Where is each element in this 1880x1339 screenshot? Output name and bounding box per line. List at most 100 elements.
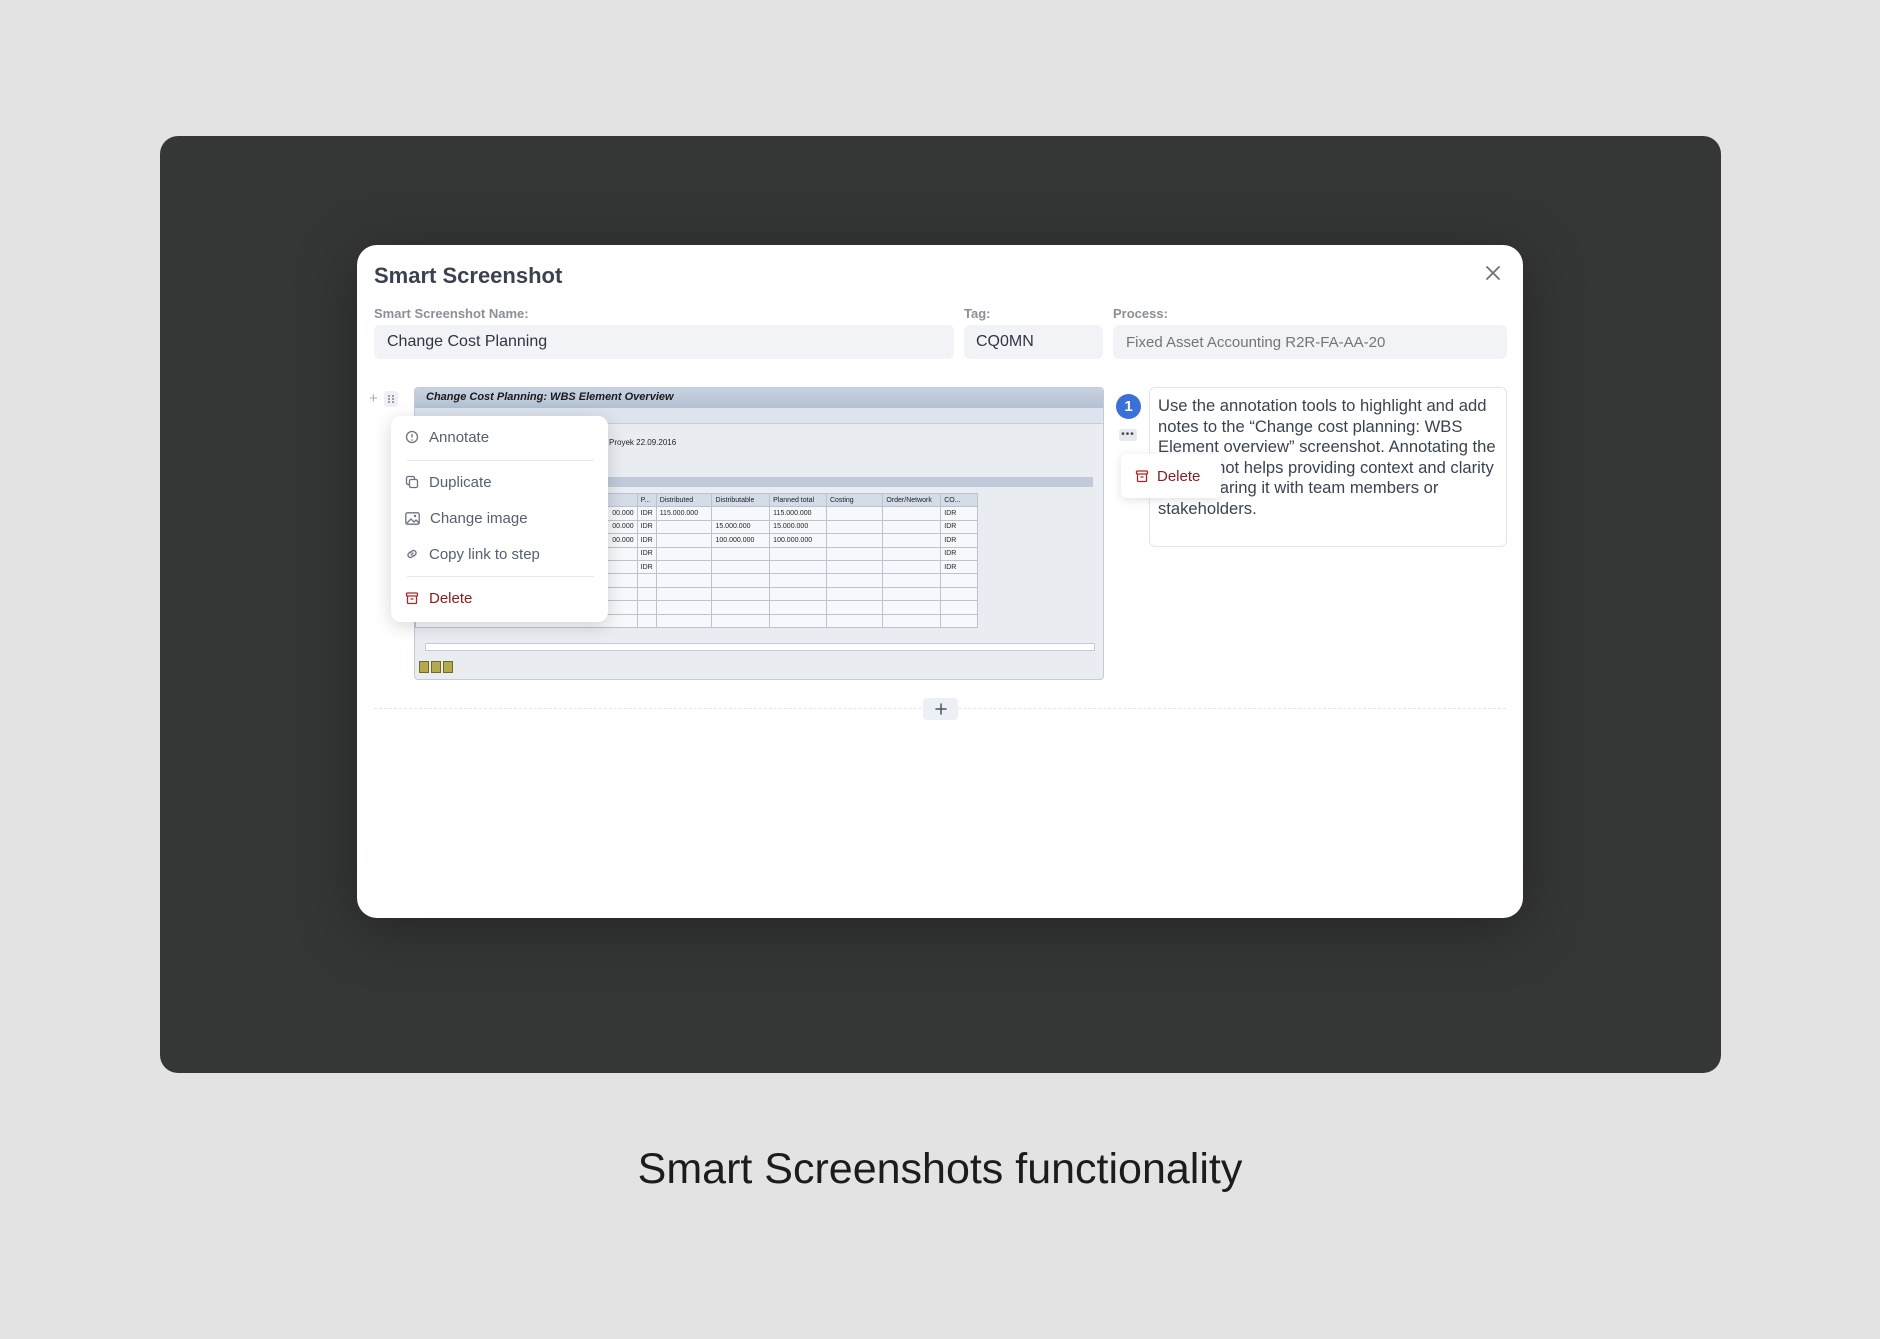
drag-handle[interactable] xyxy=(383,390,398,407)
plus-icon xyxy=(934,703,947,715)
column-header: Costing xyxy=(825,492,884,508)
menu-divider xyxy=(407,576,594,577)
table-cell: 115.000.000 xyxy=(655,506,713,521)
sap-window-title: Change Cost Planning: WBS Element Overvi… xyxy=(415,388,1103,408)
table-cell xyxy=(769,546,827,561)
table-cell xyxy=(825,613,884,628)
table-cell xyxy=(655,586,713,602)
table-cell xyxy=(655,613,713,628)
table-cell xyxy=(940,586,978,602)
table-cell xyxy=(882,506,942,521)
table-cell xyxy=(769,559,827,575)
table-cell: IDR xyxy=(940,559,978,575)
menu-item-change-image[interactable]: Change image xyxy=(391,503,608,533)
table-cell xyxy=(636,586,657,602)
table-cell: 15.000.000 xyxy=(769,519,827,535)
table-cell xyxy=(825,600,884,615)
column-header: P... xyxy=(636,492,657,508)
table-cell xyxy=(882,586,942,602)
table-cell: IDR xyxy=(940,506,978,521)
table-cell xyxy=(882,573,942,588)
table-cell xyxy=(882,600,942,615)
table-cell xyxy=(655,546,713,561)
column-header: Order/Network xyxy=(882,492,942,508)
table-cell xyxy=(711,546,771,561)
smart-screenshot-modal: Smart Screenshot Smart Screenshot Name: … xyxy=(357,245,1523,918)
menu-item-label: Annotate xyxy=(429,428,490,446)
table-cell xyxy=(825,533,884,548)
menu-item-copy-link[interactable]: Copy link to step xyxy=(391,539,608,569)
table-cell xyxy=(655,559,713,575)
process-input[interactable] xyxy=(1113,325,1507,359)
column-header: Distributed xyxy=(655,492,713,508)
trash-icon xyxy=(405,592,419,605)
table-cell xyxy=(711,586,771,602)
table-cell: IDR xyxy=(940,519,978,535)
screenshot-name-input[interactable] xyxy=(374,325,954,359)
trash-icon xyxy=(1135,470,1149,483)
annotate-icon xyxy=(405,430,419,444)
table-cell: IDR xyxy=(636,519,657,535)
table-cell xyxy=(769,573,827,588)
table-cell: 100.000.000 xyxy=(711,533,771,548)
context-menu: Annotate Duplicate Change image Copy lin… xyxy=(391,416,608,622)
table-cell xyxy=(882,546,942,561)
sap-scrollbar[interactable] xyxy=(425,643,1095,651)
table-cell: 15.000.000 xyxy=(711,519,771,535)
table-cell xyxy=(711,559,771,575)
table-cell xyxy=(636,600,657,615)
close-icon xyxy=(1486,266,1500,280)
menu-item-label: Duplicate xyxy=(429,473,492,491)
sap-footer-icons xyxy=(419,661,453,673)
table-cell xyxy=(711,506,771,521)
table-cell: 115.000.000 xyxy=(769,506,827,521)
table-cell xyxy=(825,506,884,521)
column-header: Distributable xyxy=(711,492,771,508)
image-icon xyxy=(405,511,420,525)
column-header: CO... xyxy=(940,492,978,508)
table-cell: IDR xyxy=(636,533,657,548)
table-cell xyxy=(825,519,884,535)
table-cell xyxy=(769,613,827,628)
link-icon xyxy=(407,549,417,559)
table-cell xyxy=(769,600,827,615)
table-cell xyxy=(711,613,771,628)
add-step-button[interactable] xyxy=(923,698,958,720)
menu-divider xyxy=(407,460,594,461)
column-header: Planned total xyxy=(769,492,827,508)
menu-item-label: Change image xyxy=(430,509,528,527)
table-cell xyxy=(825,546,884,561)
table-cell xyxy=(711,573,771,588)
process-label: Process: xyxy=(1113,306,1168,321)
tag-input[interactable] xyxy=(964,325,1103,359)
close-button[interactable] xyxy=(1481,261,1505,285)
table-cell: IDR xyxy=(636,506,657,521)
menu-item-duplicate[interactable]: Duplicate xyxy=(391,467,608,497)
table-cell xyxy=(769,586,827,602)
table-cell xyxy=(882,519,942,535)
table-cell xyxy=(655,533,713,548)
delete-label: Delete xyxy=(1157,467,1201,485)
note-delete-button[interactable]: Delete xyxy=(1121,454,1221,498)
caption: Smart Screenshots functionality xyxy=(637,1145,1243,1193)
menu-item-annotate[interactable]: Annotate xyxy=(391,422,608,452)
table-cell xyxy=(825,573,884,588)
table-cell xyxy=(825,559,884,575)
table-cell xyxy=(940,573,978,588)
step-number-badge: 1 xyxy=(1116,394,1141,419)
table-cell xyxy=(882,613,942,628)
table-cell: IDR xyxy=(940,533,978,548)
more-options-button[interactable]: ••• xyxy=(1119,429,1137,441)
menu-item-label: Copy link to step xyxy=(429,545,540,563)
table-cell: IDR xyxy=(636,559,657,575)
table-cell xyxy=(711,600,771,615)
table-cell: IDR xyxy=(636,546,657,561)
name-label: Smart Screenshot Name: xyxy=(374,306,529,321)
add-above-icon[interactable]: + xyxy=(369,390,378,407)
modal-title: Smart Screenshot xyxy=(374,263,563,288)
table-cell xyxy=(882,559,942,575)
sap-info-text: Proyek 22.09.2016 xyxy=(609,438,677,447)
table-cell xyxy=(636,573,657,588)
menu-item-delete[interactable]: Delete xyxy=(391,583,608,613)
menu-item-label: Delete xyxy=(429,589,473,607)
